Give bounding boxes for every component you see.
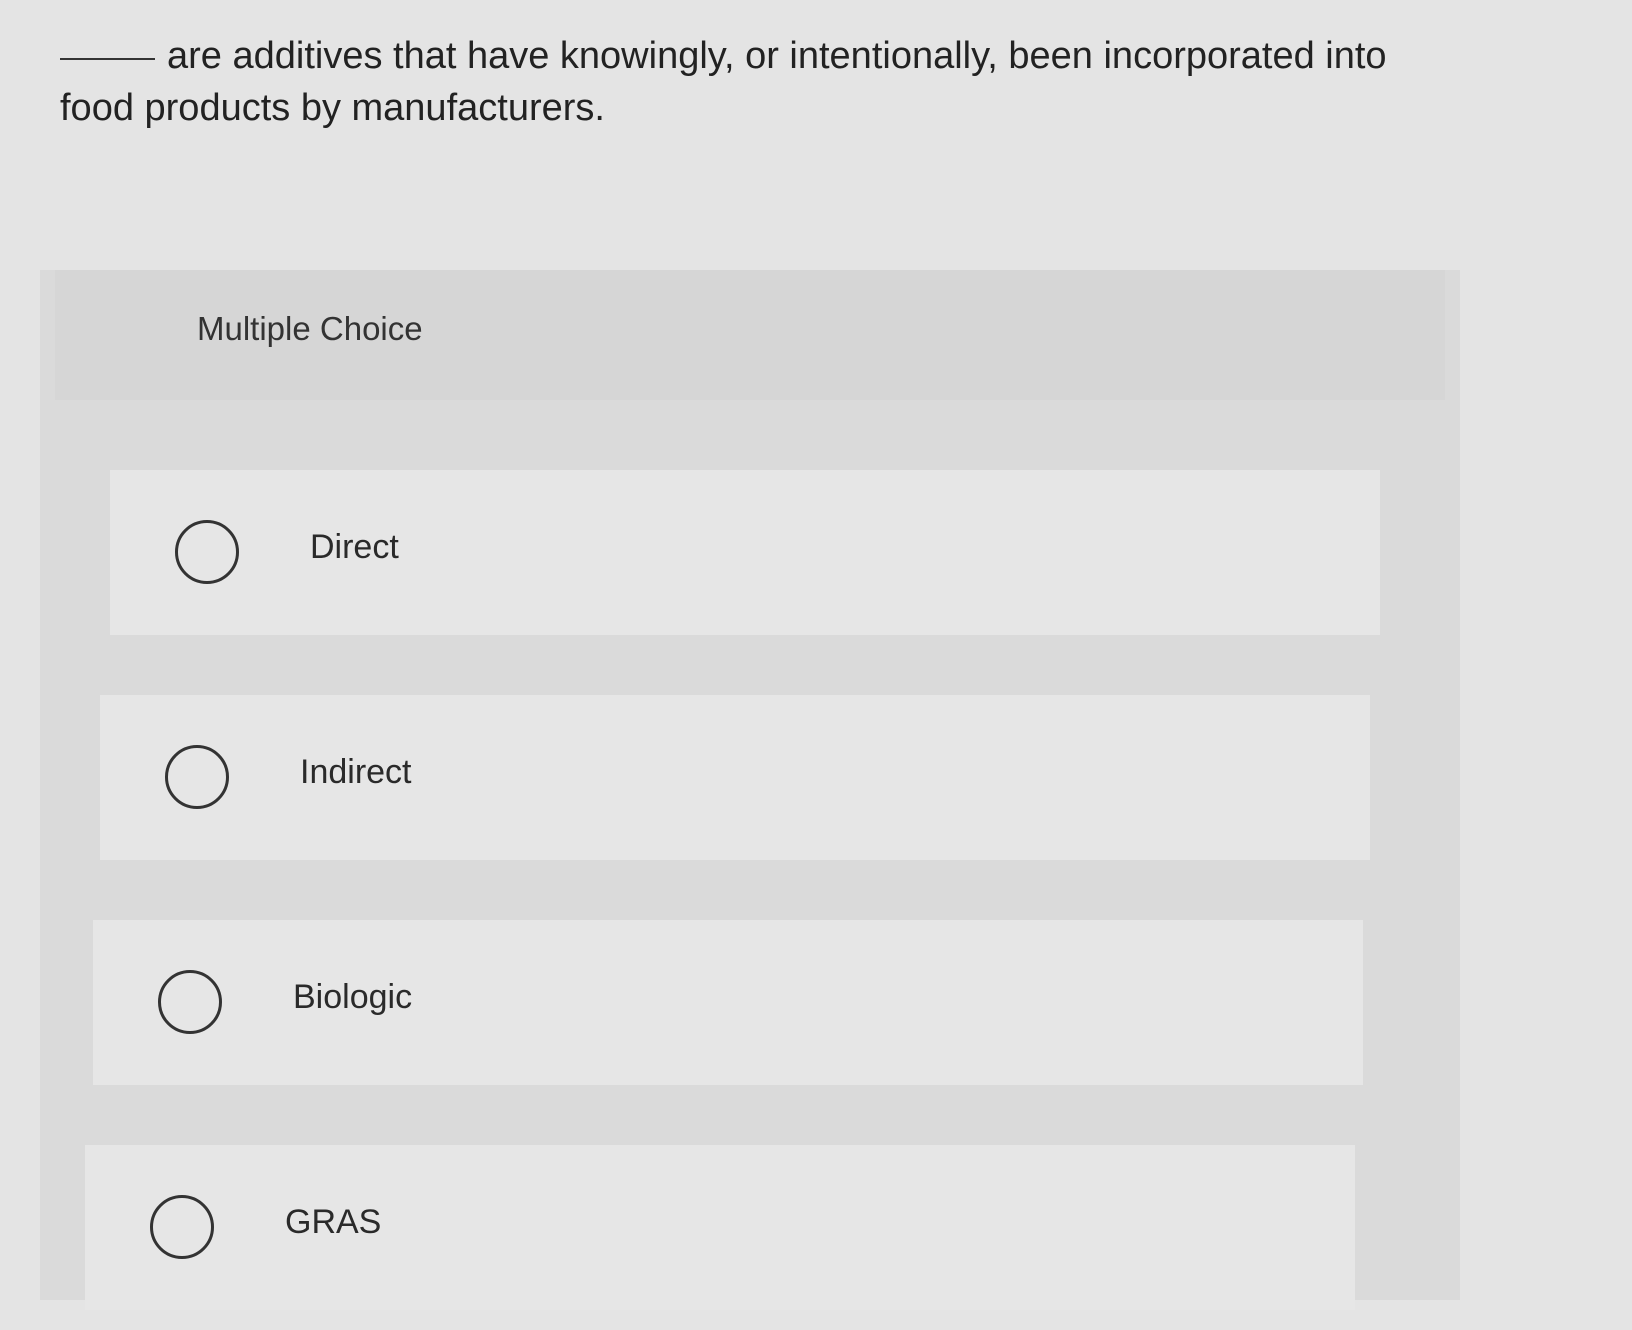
question-body: are additives that have knowingly, or in…: [60, 35, 1387, 129]
option-biologic[interactable]: Biologic: [93, 920, 1363, 1085]
option-direct[interactable]: Direct: [110, 470, 1380, 635]
question-text: are additives that have knowingly, or in…: [60, 30, 1400, 134]
option-label: Biologic: [293, 978, 413, 1016]
radio-button-icon[interactable]: [150, 1195, 214, 1259]
option-gras[interactable]: GRAS: [85, 1145, 1355, 1310]
option-label: GRAS: [285, 1203, 382, 1241]
multiple-choice-header: Multiple Choice: [55, 270, 1445, 400]
radio-button-icon[interactable]: [165, 745, 229, 809]
answer-blank: [60, 58, 155, 60]
option-indirect[interactable]: Indirect: [100, 695, 1370, 860]
option-label: Indirect: [300, 753, 412, 791]
radio-button-icon[interactable]: [158, 970, 222, 1034]
radio-button-icon[interactable]: [175, 520, 239, 584]
option-label: Direct: [310, 528, 399, 566]
multiple-choice-panel: Multiple Choice Direct Indirect Biologic…: [40, 270, 1460, 1310]
multiple-choice-title: Multiple Choice: [197, 310, 423, 347]
